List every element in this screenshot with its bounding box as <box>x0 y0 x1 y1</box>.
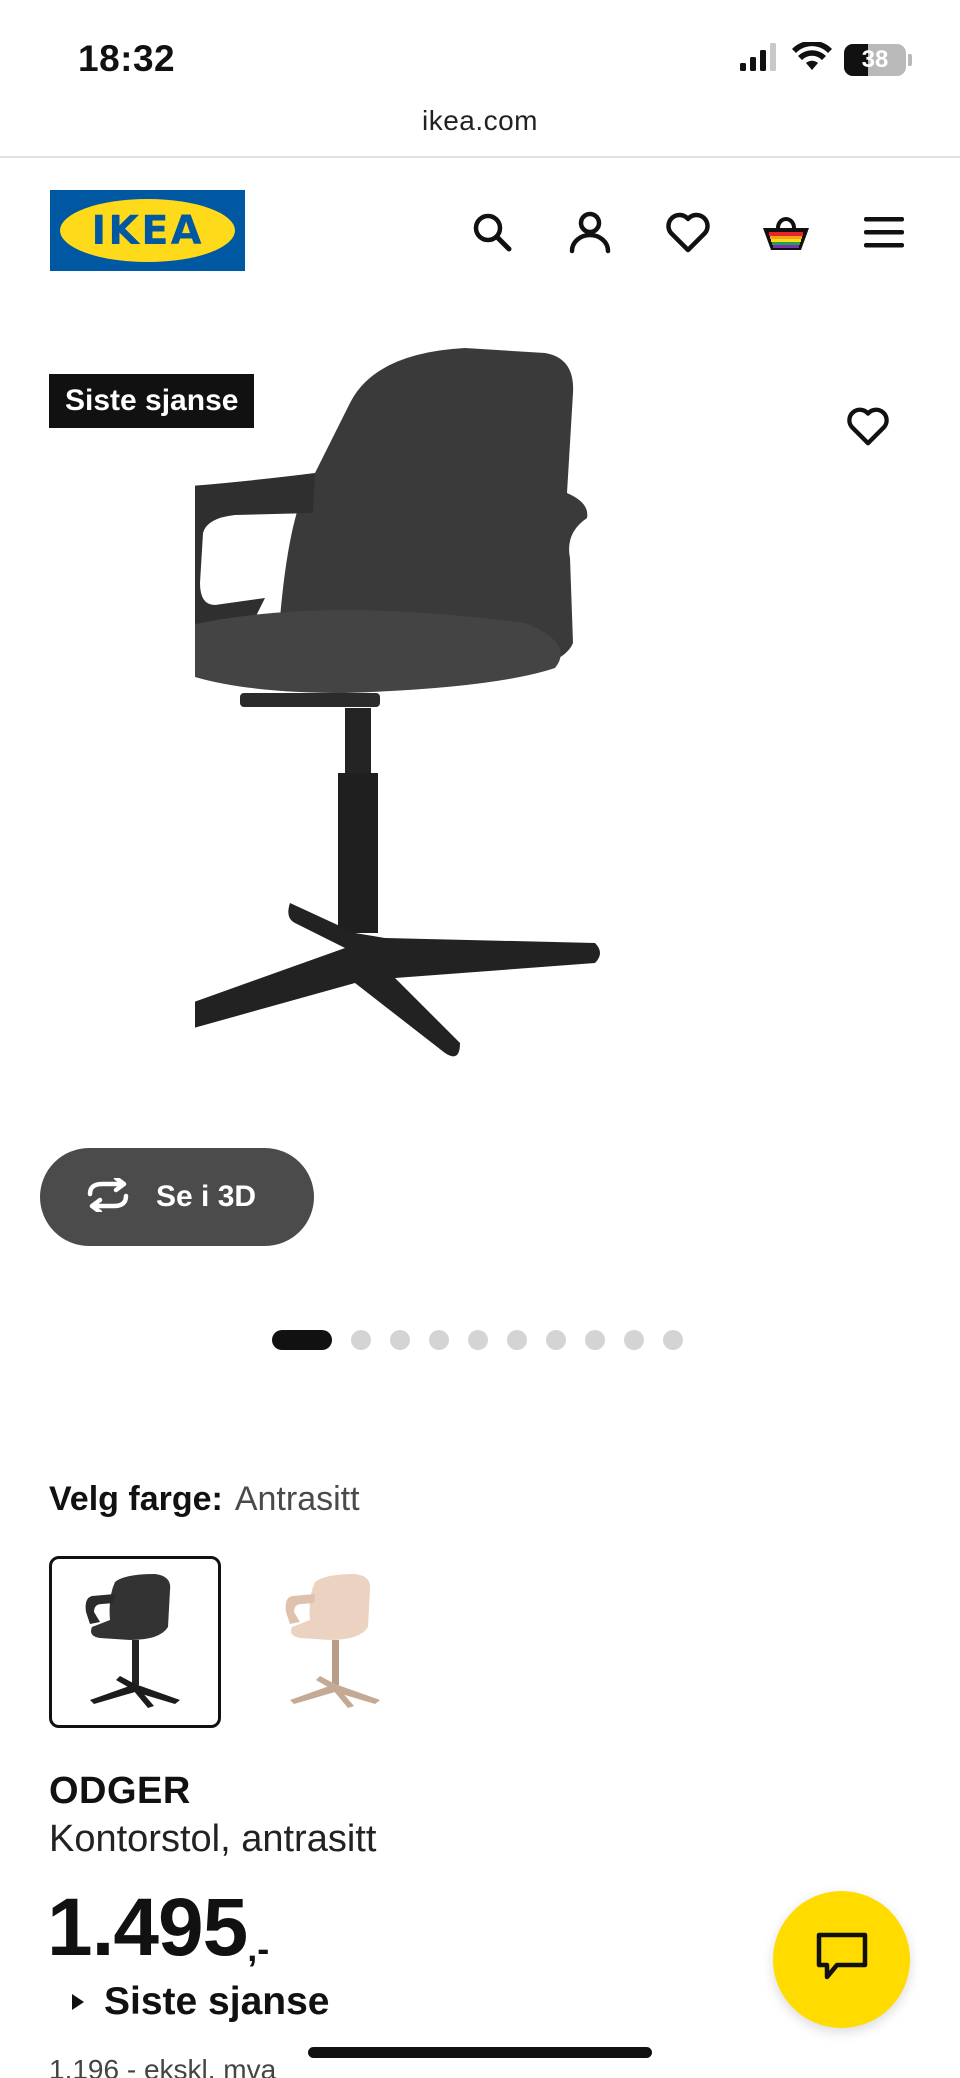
wifi-icon <box>792 40 832 77</box>
price-suffix: ,- <box>247 1928 270 1969</box>
site-header: IKEA <box>0 158 960 298</box>
battery-level: 38 <box>861 45 889 73</box>
gallery-dot[interactable] <box>272 1330 332 1350</box>
favorite-product-icon[interactable] <box>840 398 896 454</box>
battery-icon: 38 <box>844 43 906 76</box>
menu-icon[interactable] <box>846 202 922 262</box>
search-icon[interactable] <box>454 202 530 262</box>
product-name: ODGER <box>49 1770 191 1812</box>
address-bar[interactable]: ikea.com <box>0 100 960 158</box>
caret-right-icon <box>72 1994 84 2010</box>
status-bar: 18:32 38 <box>0 0 960 100</box>
color-label: Velg farge: <box>49 1480 223 1518</box>
gallery-dot[interactable] <box>585 1330 605 1350</box>
product-gallery[interactable]: Siste sjanse Se i 3D <box>0 298 960 1378</box>
product-description: Kontorstol, antrasitt <box>49 1818 377 1860</box>
wishlist-icon[interactable] <box>650 202 726 262</box>
swatch-antrasitt-image <box>85 1574 180 1708</box>
status-time: 18:32 <box>78 38 176 79</box>
swatch-antrasitt[interactable] <box>49 1556 221 1728</box>
header-actions <box>454 202 922 262</box>
color-value: Antrasitt <box>234 1480 360 1518</box>
rotate-3d-icon <box>82 1175 134 1217</box>
view-3d-label: Se i 3D <box>156 1180 257 1213</box>
price-excl-vat: 1.196 - ekskl. mva <box>49 2054 277 2078</box>
gallery-dot[interactable] <box>351 1330 371 1350</box>
gallery-dot[interactable] <box>390 1330 410 1350</box>
product-price: 1.495 ,- <box>47 1882 269 1974</box>
status-icons: 38 <box>740 40 912 77</box>
battery-cap <box>908 53 912 66</box>
chat-button[interactable] <box>773 1891 910 2028</box>
account-icon[interactable] <box>552 202 628 262</box>
gallery-dot[interactable] <box>507 1330 527 1350</box>
url-text[interactable]: ikea.com <box>422 105 538 136</box>
gallery-dot[interactable] <box>468 1330 488 1350</box>
color-selector-label: Velg farge: Antrasitt <box>49 1480 360 1519</box>
gallery-pagination[interactable] <box>272 1330 683 1350</box>
offer-label: Siste sjanse <box>104 1980 330 2023</box>
last-chance-offer[interactable]: Siste sjanse <box>72 1980 329 2024</box>
swatch-beige-image <box>285 1574 380 1708</box>
signal-icon <box>740 43 780 76</box>
cart-icon[interactable] <box>748 202 824 262</box>
swatch-beige[interactable] <box>249 1556 421 1728</box>
gallery-dot[interactable] <box>663 1330 683 1350</box>
gallery-dot[interactable] <box>546 1330 566 1350</box>
home-indicator <box>308 2047 652 2058</box>
ikea-logo[interactable]: IKEA <box>50 190 245 271</box>
chat-bubble-icon <box>815 1931 869 1988</box>
gallery-dot[interactable] <box>624 1330 644 1350</box>
color-swatches <box>49 1556 421 1728</box>
gallery-dot[interactable] <box>429 1330 449 1350</box>
view-3d-button[interactable]: Se i 3D <box>40 1148 314 1246</box>
product-image[interactable] <box>195 343 795 1273</box>
price-value: 1.495 <box>47 1882 248 1973</box>
logo-text: IKEA <box>91 207 204 254</box>
